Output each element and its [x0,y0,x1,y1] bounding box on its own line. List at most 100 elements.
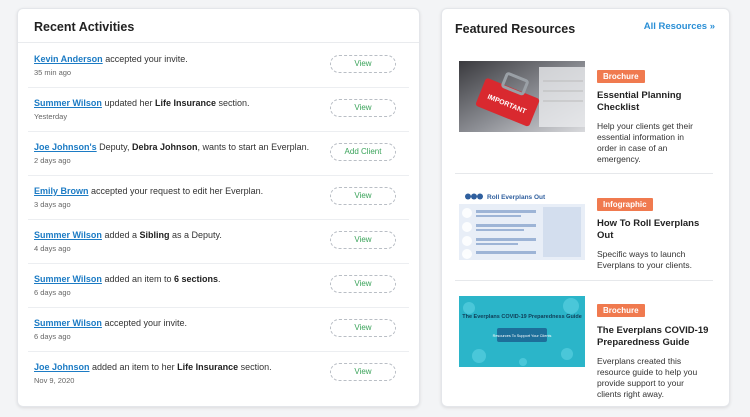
resource-description: Specific ways to launch Everplans to you… [597,249,715,271]
activity-user-link[interactable]: Summer Wilson [34,230,102,240]
activity-time: 3 days ago [34,200,71,209]
resource-thumbnail[interactable]: Roll Everplans Out [459,189,585,260]
resource-description-line: clients right away. [597,389,664,399]
activity-text-part: accepted your request to edit her Everpl… [88,186,264,196]
activity-text-part: updated her [101,98,155,108]
activity-item: Emily Brown accepted your request to edi… [28,176,409,220]
activity-text: Joe Johnson's Deputy, Debra Johnson, wan… [34,142,309,152]
resource-badge: Infographic [597,198,653,211]
activity-text: Summer Wilson updated her Life Insurance… [34,98,250,108]
resource-item[interactable]: Roll Everplans Out Infographic How To Ro… [455,189,713,277]
resource-title[interactable]: How To Roll Everplans Out [597,218,713,242]
activity-time: 35 min ago [34,68,72,77]
activity-text: Summer Wilson added an item to 6 section… [34,274,221,284]
activity-text: Summer Wilson added a Sibling as a Deput… [34,230,222,240]
activity-text-part: Deputy, [96,142,133,152]
view-button[interactable]: View [330,231,396,249]
activity-user-link[interactable]: Joe Johnson's [34,142,97,152]
resource-thumbnail[interactable]: IMPORTANT [459,61,585,132]
divider [18,42,419,43]
activity-text-bold: 6 sections [174,274,219,284]
activity-item: Summer Wilson added a Sibling as a Deput… [28,220,409,264]
all-resources-link[interactable]: All Resources » [644,21,715,32]
resource-badge: Brochure [597,70,645,83]
activity-text-part: . [218,274,221,284]
activity-item: Joe Johnson's Deputy, Debra Johnson, wan… [28,132,409,176]
resource-description-line: resource guide to help you [597,367,698,377]
activity-text-part: added an item to [101,274,174,284]
resource-description-line: emergency. [597,154,641,164]
activity-user-link[interactable]: Summer Wilson [34,318,102,328]
important-tag-image: IMPORTANT [459,61,585,132]
resource-description-line: order in case of an [597,143,668,153]
resource-description-line: essential information in [597,132,684,142]
activity-user-link[interactable]: Emily Brown [34,186,89,196]
activity-text-part: added a [101,230,140,240]
resource-title-line: Checklist [597,102,640,113]
resource-description-line: Help your clients get their [597,121,693,131]
view-button[interactable]: View [330,275,396,293]
view-button[interactable]: View [330,363,396,381]
resource-item[interactable]: The Everplans COVID-19 Preparedness Guid… [455,296,713,404]
recent-activities-title: Recent Activities [34,20,135,34]
activity-time: Nov 9, 2020 [34,376,75,385]
resource-badge: Brochure [597,304,645,317]
activity-item: Joe Johnson added an item to her Life In… [28,352,409,396]
thumb-text: The Everplans COVID-19 Preparedness Guid… [462,314,582,320]
view-button[interactable]: View [330,319,396,337]
resource-description: Everplans created this resource guide to… [597,356,715,400]
resource-description-line: provide support to your [597,378,684,388]
resource-title-line: The Everplans COVID-19 [597,325,709,336]
view-button[interactable]: View [330,55,396,73]
activity-user-link[interactable]: Summer Wilson [34,98,102,108]
activity-text-bold: Life Insurance [177,362,239,372]
activity-text: Joe Johnson added an item to her Life In… [34,362,272,372]
activity-text: Kevin Anderson accepted your invite. [34,54,188,64]
activity-item: Summer Wilson added an item to 6 section… [28,264,409,308]
activity-text: Emily Brown accepted your request to edi… [34,186,263,196]
recent-activities-card: Recent Activities Kevin Anderson accepte… [17,8,420,407]
infographic-image: Roll Everplans Out [459,189,585,260]
activity-time: Yesterday [34,112,68,121]
resource-description-line: Everplans to your clients. [597,260,692,270]
resource-description: Help your clients get their essential in… [597,121,715,165]
resource-title-line: Out [597,230,614,241]
activity-text-part: added an item to her [89,362,178,372]
activity-text-bold: Life Insurance [154,98,217,108]
featured-resources-title: Featured Resources [455,22,576,36]
activity-time: 4 days ago [34,244,71,253]
activity-item: Summer Wilson updated her Life Insurance… [28,88,409,132]
activity-text-part: section. [216,98,250,108]
resource-item[interactable]: IMPORTANT Brochure Essential Planning Ch… [455,61,713,171]
activity-text-bold: Sibling [139,230,170,240]
featured-resources-card: Featured Resources All Resources » IMPOR… [441,8,730,407]
view-button[interactable]: View [330,187,396,205]
resource-thumbnail[interactable]: The Everplans COVID-19 Preparedness Guid… [459,296,585,367]
activity-text-part: section. [238,362,272,372]
thumb-text: Roll Everplans Out [487,194,546,201]
activity-list: Kevin Anderson accepted your invite. 35 … [18,44,419,396]
resource-title[interactable]: The Everplans COVID-19 Preparedness Guid… [597,325,717,349]
divider [455,173,713,174]
resource-title-line: Essential Planning [597,90,682,101]
activity-text: Summer Wilson accepted your invite. [34,318,187,328]
activity-user-link[interactable]: Joe Johnson [34,362,90,372]
add-client-button[interactable]: Add Client [330,143,396,161]
divider [455,280,713,281]
activity-item: Summer Wilson accepted your invite. 6 da… [28,308,409,352]
activity-text-part: , wants to start an Everplan. [197,142,310,152]
resource-title[interactable]: Essential Planning Checklist [597,90,713,114]
activity-text-part: as a Deputy. [169,230,222,240]
activity-text-part: accepted your invite. [101,318,187,328]
activity-user-link[interactable]: Summer Wilson [34,274,102,284]
resource-title-line: How To Roll Everplans [597,218,700,229]
view-button[interactable]: View [330,99,396,117]
resource-description-line: Specific ways to launch [597,249,686,259]
activity-item: Kevin Anderson accepted your invite. 35 … [28,44,409,88]
activity-user-link[interactable]: Kevin Anderson [34,54,103,64]
resource-title-line: Preparedness Guide [597,337,690,348]
activity-text-part: accepted your invite. [102,54,188,64]
activity-time: 2 days ago [34,156,71,165]
resource-description-line: Everplans created this [597,356,682,366]
activity-text-bold: Debra Johnson [132,142,198,152]
